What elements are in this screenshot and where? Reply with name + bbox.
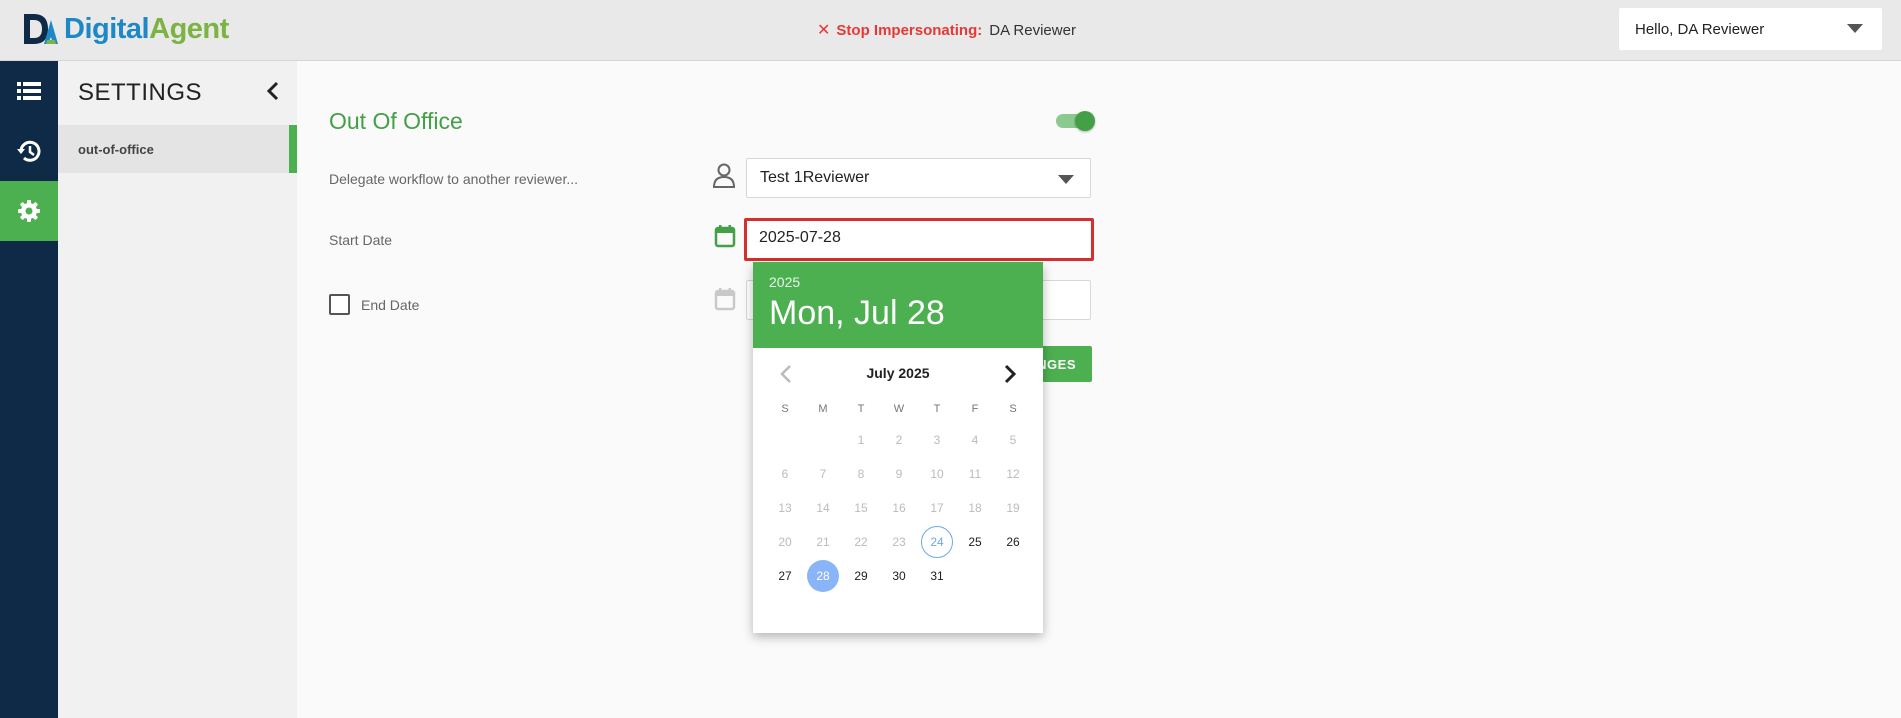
weekday-label: F [971,403,979,415]
close-icon: ✕ [817,22,831,39]
stop-impersonating-label: Stop Impersonating: [836,21,983,39]
chevron-down-icon [1847,24,1863,33]
logo-mark-icon [20,10,60,48]
calendar-day: 18 [968,501,982,515]
calendar-day: 19 [1006,501,1020,515]
delegate-select[interactable]: Test 1Reviewer [746,158,1091,198]
calendar-day: 2 [895,433,903,447]
end-date-label: End Date [361,297,420,313]
calendar-day: 15 [854,501,868,515]
rail-item-list[interactable] [0,61,58,121]
next-month-button[interactable] [997,362,1021,386]
logo-text: DigitalAgent [64,13,229,46]
impersonated-user-name: DA Reviewer [989,21,1076,39]
settings-item-label: out-of-office [78,142,154,157]
stop-impersonating-link[interactable]: ✕ Stop Impersonating: DA Reviewer [817,20,1076,40]
calendar-icon [714,288,736,311]
weekday-label: W [893,403,905,415]
date-picker: 2025 Mon, Jul 28 July 2025 SMTWTFS123456… [753,262,1043,633]
calendar-day: 9 [895,467,903,481]
calendar-day: 13 [778,501,792,515]
calendar-day: 16 [892,501,906,515]
user-icon [712,163,736,188]
weekday-label: T [857,403,865,415]
calendar-day-today[interactable]: 24 [921,526,953,558]
calendar-day: 12 [1006,467,1020,481]
weekday-label: S [781,403,789,415]
gear-icon [18,200,40,222]
date-picker-header: 2025 Mon, Jul 28 [753,262,1043,348]
rail-item-settings[interactable] [0,181,58,241]
calendar-day[interactable]: 25 [959,526,991,558]
picker-year[interactable]: 2025 [769,274,800,290]
calendar-day[interactable]: 29 [845,560,877,592]
chevron-left-icon [266,81,279,101]
calendar-day: 14 [816,501,830,515]
calendar-day: 23 [892,535,906,549]
calendar-day: 22 [854,535,868,549]
chevron-right-icon [1004,364,1017,384]
active-indicator [289,125,297,173]
calendar-day: 1 [857,433,865,447]
calendar-day: 5 [1009,433,1017,447]
history-icon [17,140,41,162]
chevron-down-icon [1058,175,1074,184]
start-date-value: 2025-07-28 [759,229,841,246]
calendar-day: 10 [930,467,944,481]
calendar-day[interactable]: 27 [769,560,801,592]
weekday-label: S [1009,403,1017,415]
page-title: Out Of Office [329,108,463,134]
calendar-day: 4 [971,433,979,447]
settings-panel: SETTINGS out-of-office [58,61,297,718]
top-bar: DigitalAgent ✕ Stop Impersonating: DA Re… [0,0,1901,61]
end-date-checkbox[interactable] [329,294,350,315]
settings-item-out-of-office[interactable]: out-of-office [58,125,297,173]
calendar-day-selected[interactable]: 28 [807,560,839,592]
user-greeting: Hello, DA Reviewer [1635,21,1765,38]
calendar-day: 20 [778,535,792,549]
list-icon [17,82,41,100]
delegate-label: Delegate workflow to another reviewer... [329,171,579,187]
calendar-day[interactable]: 30 [883,560,915,592]
weekday-label: T [933,403,941,415]
collapse-panel-button[interactable] [266,81,280,106]
weekday-label: M [818,403,828,415]
calendar-day: 8 [857,467,865,481]
user-menu-dropdown[interactable]: Hello, DA Reviewer [1619,8,1882,50]
calendar-day: 7 [819,467,827,481]
rail-item-history[interactable] [0,121,58,181]
picker-selected-date: Mon, Jul 28 [769,294,945,332]
logo-text-agent: Agent [149,12,229,45]
calendar-day: 11 [968,467,982,481]
calendar-day[interactable]: 31 [921,560,953,592]
calendar-day: 6 [781,467,789,481]
calendar-day[interactable]: 26 [997,526,1029,558]
calendar-day: 17 [930,501,944,515]
app-logo[interactable]: DigitalAgent [20,10,229,48]
calendar-icon [714,225,736,248]
delegate-value: Test 1Reviewer [760,169,870,186]
logo-text-digital: Digital [64,12,150,45]
out-of-office-toggle[interactable] [1056,109,1095,131]
left-rail [0,61,58,718]
settings-title: SETTINGS [78,79,203,106]
start-date-input[interactable]: 2025-07-28 [744,218,1094,261]
calendar-day: 21 [816,535,830,549]
calendar-day: 3 [933,433,941,447]
start-date-label: Start Date [329,232,393,248]
